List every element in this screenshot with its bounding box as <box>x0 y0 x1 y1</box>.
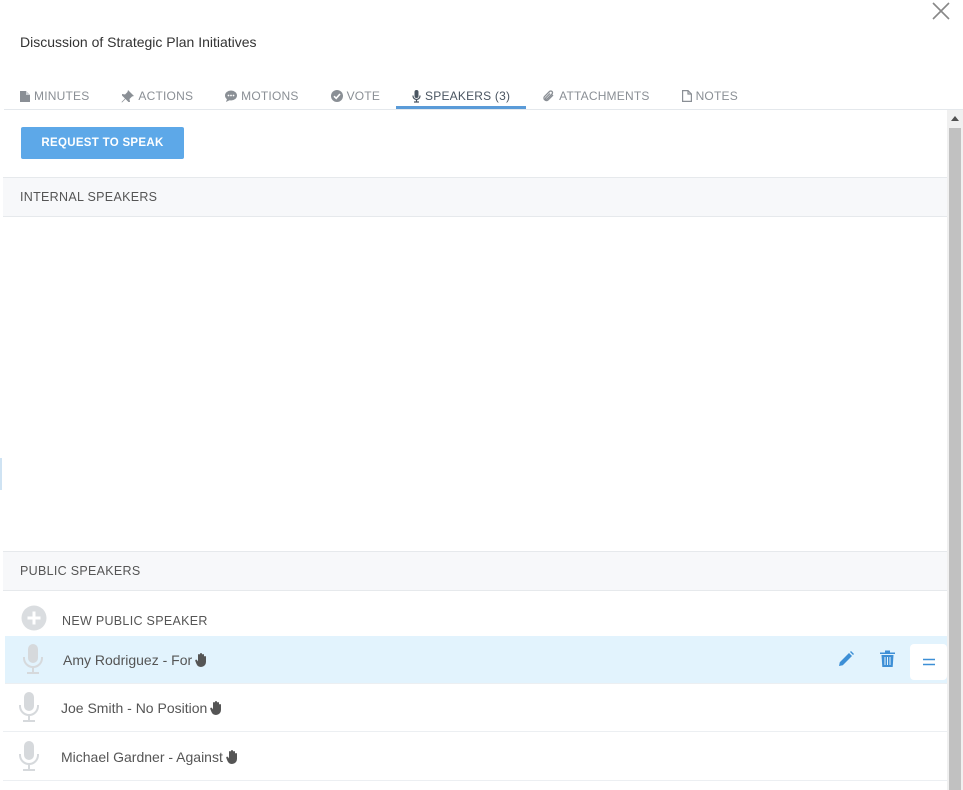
microphone-icon <box>23 644 43 674</box>
tab-label: SPEAKERS (3) <box>425 89 511 103</box>
speaker-name: Joe Smith - No Position <box>61 700 223 716</box>
tab-actions[interactable]: ACTIONS <box>105 83 209 109</box>
plus-circle-icon <box>21 605 47 631</box>
raised-hand-icon <box>210 701 222 715</box>
close-button[interactable] <box>929 0 953 22</box>
left-edge-marker <box>0 458 2 490</box>
tab-vote[interactable]: VOTE <box>315 83 396 109</box>
tab-label: MINUTES <box>34 89 90 103</box>
speaker-name-text: Joe Smith - No Position <box>61 700 208 716</box>
tab-speakers[interactable]: SPEAKERS (3) <box>396 83 527 109</box>
dialog-title: Discussion of Strategic Plan Initiatives <box>20 34 257 50</box>
speaker-name: Michael Gardner - Against <box>61 749 239 765</box>
speaker-name-text: Michael Gardner - Against <box>61 749 223 765</box>
new-public-speaker-button[interactable]: NEW PUBLIC SPEAKER <box>3 603 947 636</box>
paperclip-icon <box>543 89 554 101</box>
request-to-speak-button[interactable]: REQUEST TO SPEAK <box>21 127 184 159</box>
check-circle-icon <box>330 90 343 102</box>
internal-speakers-header: INTERNAL SPEAKERS <box>3 177 947 217</box>
public-speakers-header: PUBLIC SPEAKERS <box>3 551 947 591</box>
tab-bar: MINUTES ACTIONS MOTIONS VOTE SPEAKERS (3… <box>4 82 963 110</box>
tab-label: ACTIONS <box>138 89 194 103</box>
drag-handle[interactable] <box>910 644 947 680</box>
scrollbar-thumb[interactable] <box>949 128 961 790</box>
raised-hand-icon <box>226 750 237 764</box>
speakers-panel: REQUEST TO SPEAK INTERNAL SPEAKERS PUBLI… <box>3 110 947 790</box>
speaker-name-text: Amy Rodriguez - For <box>63 652 193 668</box>
microphone-icon <box>19 741 39 771</box>
raised-hand-icon <box>195 653 207 667</box>
close-icon <box>932 2 950 20</box>
file-icon <box>681 90 692 102</box>
tab-label: ATTACHMENTS <box>559 89 650 103</box>
arrow-up-icon <box>951 116 959 121</box>
edit-speaker-button[interactable] <box>838 651 854 672</box>
tab-notes[interactable]: NOTES <box>666 83 754 109</box>
tab-motions[interactable]: MOTIONS <box>209 83 314 109</box>
speaker-row[interactable]: Joe Smith - No Position <box>3 684 947 732</box>
pencil-icon <box>839 651 854 666</box>
tab-attachments[interactable]: ATTACHMENTS <box>526 83 665 109</box>
tab-label: NOTES <box>695 89 738 103</box>
speaker-name: Amy Rodriguez - For <box>63 652 208 668</box>
drag-handle-icon <box>922 658 935 666</box>
microphone-icon <box>19 692 39 722</box>
delete-speaker-button[interactable] <box>880 650 895 672</box>
vertical-scrollbar[interactable] <box>947 110 963 790</box>
tab-label: VOTE <box>346 89 381 103</box>
chat-icon <box>225 90 238 102</box>
new-public-speaker-label: NEW PUBLIC SPEAKER <box>62 614 208 628</box>
speaker-row[interactable]: Amy Rodriguez - For <box>5 636 947 684</box>
document-icon <box>20 90 30 102</box>
microphone-icon <box>412 89 421 103</box>
tab-minutes[interactable]: MINUTES <box>4 83 105 109</box>
trash-icon <box>880 650 895 667</box>
pin-icon <box>121 89 135 102</box>
speakers-dialog: Discussion of Strategic Plan Initiatives… <box>0 0 963 790</box>
scroll-up-button[interactable] <box>947 110 963 127</box>
tab-label: MOTIONS <box>241 89 299 103</box>
speaker-row[interactable]: Michael Gardner - Against <box>3 733 947 781</box>
